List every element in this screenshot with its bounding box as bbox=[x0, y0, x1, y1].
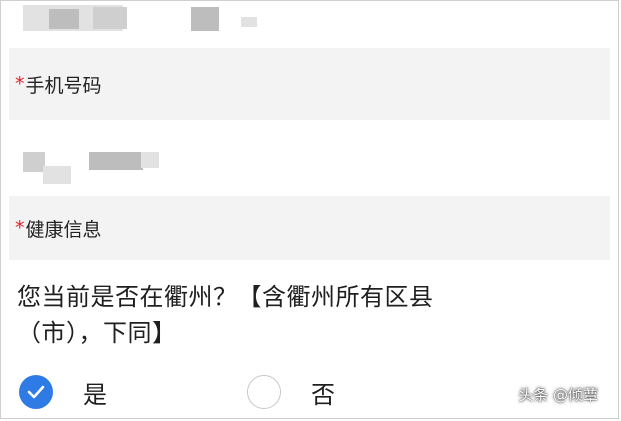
health-label: 健康信息 bbox=[25, 218, 102, 241]
screenshot-frame: * 手机号码 * 健康信息 您当前是否在衢州？【含衢州所有区县 （市），下同】 bbox=[0, 0, 619, 419]
health-section-label: * 健康信息 bbox=[9, 196, 610, 260]
option-no[interactable]: 否 bbox=[247, 371, 335, 413]
phone-input-blurred[interactable] bbox=[9, 120, 610, 196]
form-container: * 手机号码 * 健康信息 您当前是否在衢州？【含衢州所有区县 （市），下同】 bbox=[9, 1, 610, 413]
question-line-1: 您当前是否在衢州？【含衢州所有区县 bbox=[17, 283, 434, 311]
watermark: 头条 @倾蕈 bbox=[518, 386, 598, 404]
option-yes[interactable]: 是 bbox=[19, 371, 107, 413]
option-yes-label: 是 bbox=[83, 380, 107, 409]
option-no-label: 否 bbox=[311, 380, 335, 409]
required-mark: * bbox=[15, 217, 25, 239]
phone-section-label: * 手机号码 bbox=[9, 48, 610, 120]
radio-unchecked-icon[interactable] bbox=[247, 375, 281, 409]
question-text: 您当前是否在衢州？【含衢州所有区县 （市），下同】 bbox=[17, 279, 597, 351]
question-line-2: （市），下同】 bbox=[17, 319, 177, 347]
phone-label: 手机号码 bbox=[25, 74, 102, 97]
radio-checked-icon[interactable] bbox=[19, 375, 53, 409]
required-mark: * bbox=[15, 73, 25, 95]
